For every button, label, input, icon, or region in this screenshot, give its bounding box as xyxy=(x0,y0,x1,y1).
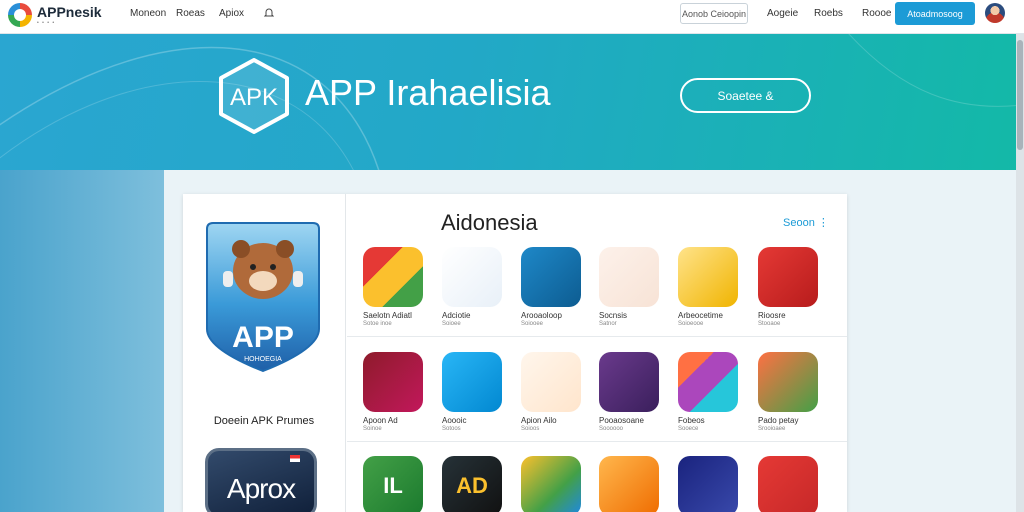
aprox-badge-text: Aprox xyxy=(226,473,296,504)
refresh-app-icon[interactable] xyxy=(363,352,423,412)
nav-link-3[interactable]: Apiox xyxy=(219,8,244,19)
nav-link-2[interactable]: Roeas xyxy=(176,8,205,19)
featured-badge-subtitle: HOHOEGIA xyxy=(244,356,282,363)
app-glyph: AD xyxy=(456,473,488,498)
app-name: Rioosre xyxy=(758,311,786,320)
app-tile[interactable]: Pooaosoane Soooooo xyxy=(599,352,663,432)
app-tile[interactable] xyxy=(678,456,742,512)
il-app-icon[interactable]: IL xyxy=(363,456,423,512)
letter-a-icon[interactable] xyxy=(442,352,502,412)
hero-title: APP Irahaelisia xyxy=(305,72,551,113)
app-tile[interactable]: Pado petay Srooioaee xyxy=(758,352,822,432)
apk-badge-text: APK xyxy=(230,84,278,111)
app-tile[interactable]: Aoooic Sotoos xyxy=(442,352,506,432)
app-subtitle: Soioee xyxy=(442,321,461,327)
bear-app-icon[interactable] xyxy=(678,352,738,412)
app-tile[interactable]: Rioosre Stooaoe xyxy=(758,247,822,327)
ad-app-icon[interactable]: AD xyxy=(442,456,502,512)
row-separator xyxy=(347,336,847,337)
hero-button[interactable]: Soaetee & xyxy=(680,78,811,113)
app-subtitle: Soinoe xyxy=(363,426,382,432)
flag-icon xyxy=(290,455,300,462)
app-name: Apoon Ad xyxy=(363,416,398,425)
app-subtitle: Soiooee xyxy=(521,321,544,327)
hero-banner: APK APP Irahaelisia Soaetee & xyxy=(0,34,1024,170)
camera-app-icon[interactable] xyxy=(363,247,423,307)
cta-button[interactable]: Atoadmosoog xyxy=(895,2,975,25)
featured-app-badge[interactable]: APP HOHOEGIA xyxy=(203,219,323,374)
nav-link-1[interactable]: Moneon xyxy=(130,8,166,19)
app-tile[interactable]: Saelotn Adiatl Sotoe inoe xyxy=(363,247,427,327)
app-name: Pooaosoane xyxy=(599,416,644,425)
app-subtitle: Satnor xyxy=(599,321,617,327)
app-tile[interactable] xyxy=(758,456,822,512)
app-tile[interactable]: IL xyxy=(363,456,427,512)
app-tile[interactable]: Fobeos Sooece xyxy=(678,352,742,432)
play-triangle-icon[interactable] xyxy=(442,247,502,307)
app-subtitle: Soioeooe xyxy=(678,321,704,327)
nav-link-right-1[interactable]: Aogeie xyxy=(767,8,798,19)
app-tile[interactable] xyxy=(521,456,585,512)
ring-app-icon[interactable] xyxy=(758,247,818,307)
app-subtitle: Sotoe inoe xyxy=(363,321,392,327)
app-subtitle: Soooooo xyxy=(599,426,624,432)
app-name: Fobeos xyxy=(678,416,705,425)
top-navigation-bar: APPnesik • • • • Moneon Roeas Apiox Aono… xyxy=(0,0,1024,34)
app-tile[interactable]: Arooaoloop Soiooee xyxy=(521,247,585,327)
nav-link-right-2[interactable]: Roebs xyxy=(814,8,843,19)
card-divider xyxy=(345,194,346,512)
app-subtitle: Sooece xyxy=(678,426,699,432)
app-glyph: IL xyxy=(383,473,403,498)
app-subtitle: Sotoos xyxy=(442,426,461,432)
pencil-app-icon[interactable] xyxy=(758,456,818,512)
app-tile[interactable]: Socnsis Satnor xyxy=(599,247,663,327)
featured-badge-title: APP xyxy=(232,321,294,354)
see-more-link[interactable]: Seoon ⋮ xyxy=(783,216,829,229)
eye-app-icon[interactable] xyxy=(599,456,659,512)
grid-app-icon[interactable] xyxy=(599,352,659,412)
app-tile[interactable]: Apion Ailo Soioos xyxy=(521,352,585,432)
app-tile[interactable]: AD xyxy=(442,456,506,512)
nav-link-right-3[interactable]: Roooe xyxy=(862,8,891,19)
app-name: Pado petay xyxy=(758,416,799,425)
content-card: APP HOHOEGIA Doeein APK Prumes Aprox Aid… xyxy=(183,194,847,512)
row-separator xyxy=(347,441,847,442)
owl-app-icon[interactable] xyxy=(678,247,738,307)
logo-icon[interactable] xyxy=(8,3,32,27)
fox-app-icon[interactable] xyxy=(599,247,659,307)
gallery-app-icon[interactable] xyxy=(758,352,818,412)
app-name: Arbeocetime xyxy=(678,311,723,320)
app-tile[interactable] xyxy=(599,456,663,512)
user-avatar[interactable] xyxy=(985,3,1005,23)
section-title: Aidonesia xyxy=(441,210,538,235)
bell-icon[interactable] xyxy=(264,7,274,19)
app-tile[interactable]: Adciotie Soioee xyxy=(442,247,506,327)
app-name: Saelotn Adiatl xyxy=(363,311,412,320)
app-name: Adciotie xyxy=(442,311,471,320)
search-button[interactable]: Aonob Ceioopin xyxy=(680,3,748,24)
app-name: Apion Ailo xyxy=(521,416,557,425)
app-tile[interactable]: Arbeocetime Soioeooe xyxy=(678,247,742,327)
apk-badge-icon: APK xyxy=(219,58,289,134)
app-name: Aoooic xyxy=(442,416,467,425)
arrow-app-icon[interactable] xyxy=(678,456,738,512)
play-store-icon[interactable] xyxy=(521,247,581,307)
app-tile[interactable]: Apoon Ad Soinoe xyxy=(363,352,427,432)
logo-text[interactable]: APPnesik xyxy=(37,4,102,20)
cat-app-icon[interactable] xyxy=(521,352,581,412)
aprox-app-badge[interactable]: Aprox xyxy=(205,448,317,512)
scrollbar-thumb[interactable] xyxy=(1017,40,1023,150)
app-subtitle: Srooioaee xyxy=(758,426,786,432)
app-name: Arooaoloop xyxy=(521,311,562,320)
app-name: Socnsis xyxy=(599,311,628,320)
app-subtitle: Soioos xyxy=(521,426,540,432)
logo-subtitle: • • • • xyxy=(37,20,56,26)
diamond-app-icon[interactable] xyxy=(521,456,581,512)
featured-caption: Doeein APK Prumes xyxy=(213,415,315,427)
app-subtitle: Stooaoe xyxy=(758,321,781,327)
